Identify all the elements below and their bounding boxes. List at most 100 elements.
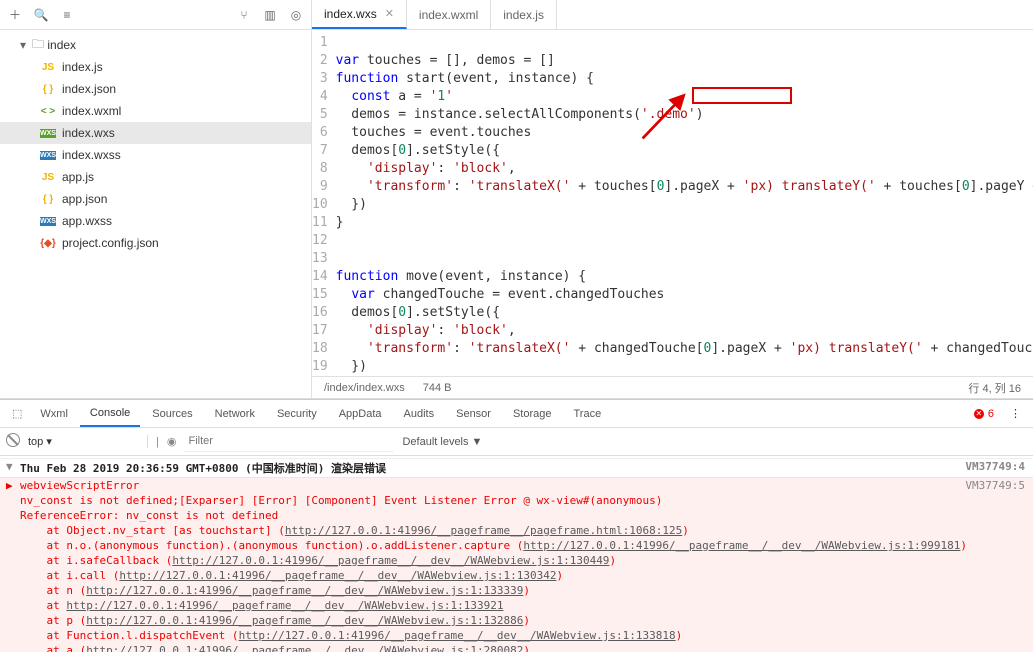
file-index.js[interactable]: JS index.js — [0, 56, 311, 78]
editor-tabs: index.wxs ✕ index.wxml index.js — [312, 0, 1033, 30]
stack-link[interactable]: http://127.0.0.1:41996/__pageframe__/__d… — [66, 599, 503, 612]
file-label: project.config.json — [62, 236, 159, 250]
file-icon: {◆} — [40, 238, 56, 249]
file-label: index.wxs — [62, 126, 115, 140]
stack-link[interactable]: http://127.0.0.1:41996/__pageframe__/__d… — [86, 584, 523, 597]
devtab-console[interactable]: Console — [80, 401, 140, 427]
file-icon: WXSS — [40, 151, 56, 160]
file-label: app.js — [62, 170, 94, 184]
error-count[interactable]: ✕6 — [974, 408, 1002, 420]
file-label: index.js — [62, 60, 103, 74]
file-icon: < > — [40, 106, 56, 117]
console-filter-bar: top ▾ | ◉ Default levels ▼ — [0, 428, 1033, 456]
clear-icon[interactable] — [6, 433, 20, 450]
console-line: ReferenceError: nv_const is not defined — [0, 508, 1033, 523]
file-tree: ▾ 🗀 index JS index.js { } index.json < > inde… — [0, 30, 311, 398]
file-index.json[interactable]: { } index.json — [0, 78, 311, 100]
devtab-appdata[interactable]: AppData — [329, 402, 392, 426]
console-line: at http://127.0.0.1:41996/__pageframe__/… — [0, 598, 1033, 613]
folder-label: index — [47, 38, 76, 52]
devtab-sources[interactable]: Sources — [142, 402, 202, 426]
file-app.js[interactable]: JS app.js — [0, 166, 311, 188]
search-icon[interactable]: 🔍 — [34, 8, 48, 22]
explorer-toolbar: ＋ 🔍 ≡ ⑂ ▥ ◎ — [0, 0, 311, 30]
tab-index.wxml[interactable]: index.wxml — [407, 0, 491, 29]
devtab-sensor[interactable]: Sensor — [446, 402, 501, 426]
file-project.config.json[interactable]: {◆} project.config.json — [0, 232, 311, 254]
devtab-network[interactable]: Network — [205, 402, 265, 426]
line-gutter: 1 2 3 4 5 6 7 8 9 10 11 12 13 14 15 16 1… — [312, 30, 336, 376]
file-index.wxml[interactable]: < > index.wxml — [0, 100, 311, 122]
tab-index.wxs[interactable]: index.wxs ✕ — [312, 0, 407, 29]
context-select[interactable]: top ▾ — [28, 435, 148, 448]
file-label: index.wxml — [62, 104, 121, 118]
tab-label: index.wxs — [324, 7, 377, 21]
file-icon: { } — [40, 84, 56, 95]
code-editor[interactable]: 1 2 3 4 5 6 7 8 9 10 11 12 13 14 15 16 1… — [312, 30, 1033, 376]
inspect-icon[interactable]: ⬚ — [6, 407, 28, 420]
compass-icon[interactable]: ◎ — [289, 8, 303, 22]
status-path: /index/index.wxs — [324, 382, 405, 394]
devtab-trace[interactable]: Trace — [564, 402, 612, 426]
filter-input[interactable] — [184, 432, 394, 452]
folder-icon: 🗀 — [32, 35, 44, 56]
stack-link[interactable]: http://127.0.0.1:41996/__pageframe__/__d… — [239, 629, 676, 642]
gear-icon[interactable]: ⋮ — [1004, 407, 1027, 420]
stack-link[interactable]: http://127.0.0.1:41996/__pageframe__/pag… — [285, 524, 682, 537]
file-index.wxs[interactable]: WXS index.wxs — [0, 122, 311, 144]
folder-index[interactable]: ▾ 🗀 index — [0, 34, 311, 56]
console-line: at i.call (http://127.0.0.1:41996/__page… — [0, 568, 1033, 583]
eye-icon[interactable]: ◉ — [167, 435, 177, 448]
plus-icon[interactable]: ＋ — [8, 8, 22, 22]
status-cursor: 行 4, 列 16 — [968, 380, 1021, 396]
stack-link[interactable]: http://127.0.0.1:41996/__pageframe__/__d… — [172, 554, 609, 567]
code-source[interactable]: var touches = [], demos = [] function st… — [336, 30, 1033, 376]
editor-pane: index.wxs ✕ index.wxml index.js 1 2 3 4 5 6… — [312, 0, 1033, 398]
devtab-wxml[interactable]: Wxml — [30, 402, 78, 426]
console-line: at n.o.(anonymous function).(anonymous f… — [0, 538, 1033, 553]
stack-link[interactable]: http://127.0.0.1:41996/__pageframe__/__d… — [119, 569, 556, 582]
devtab-storage[interactable]: Storage — [503, 402, 562, 426]
devtab-audits[interactable]: Audits — [394, 402, 445, 426]
file-explorer: ＋ 🔍 ≡ ⑂ ▥ ◎ ▾ 🗀 index JS index.js { } index… — [0, 0, 312, 398]
stack-link[interactable]: http://127.0.0.1:41996/__pageframe__/__d… — [523, 539, 960, 552]
file-app.json[interactable]: { } app.json — [0, 188, 311, 210]
status-size: 744 B — [423, 382, 452, 394]
console-line: at Function.l.dispatchEvent (http://127.… — [0, 628, 1033, 643]
tab-label: index.js — [503, 8, 544, 22]
devtab-security[interactable]: Security — [267, 402, 327, 426]
stack-link[interactable]: http://127.0.0.1:41996/__pageframe__/__d… — [86, 644, 523, 652]
branch-icon[interactable]: ⑂ — [237, 8, 251, 22]
devtools-tabs: ⬚ WxmlConsoleSourcesNetworkSecurityAppDa… — [0, 400, 1033, 428]
console-line: at i.safeCallback (http://127.0.0.1:4199… — [0, 553, 1033, 568]
console-output[interactable]: ▼Thu Feb 28 2019 20:36:59 GMT+0800 (中国标准… — [0, 456, 1033, 652]
console-line: at a (http://127.0.0.1:41996/__pageframe… — [0, 643, 1033, 652]
columns-icon[interactable]: ▥ — [263, 8, 277, 22]
log-levels[interactable]: Default levels ▼ — [402, 436, 482, 448]
close-icon[interactable]: ✕ — [385, 7, 394, 20]
devtools: ⬚ WxmlConsoleSourcesNetworkSecurityAppDa… — [0, 399, 1033, 652]
menu-icon[interactable]: ≡ — [60, 8, 74, 22]
tab-index.js[interactable]: index.js — [491, 0, 557, 29]
file-icon: JS — [40, 62, 56, 73]
file-icon: JS — [40, 172, 56, 183]
console-line: nv_const is not defined;[Exparser] [Erro… — [0, 493, 1033, 508]
file-index.wxss[interactable]: WXSS index.wxss — [0, 144, 311, 166]
console-line: at p (http://127.0.0.1:41996/__pageframe… — [0, 613, 1033, 628]
file-icon: { } — [40, 194, 56, 205]
stack-link[interactable]: http://127.0.0.1:41996/__pageframe__/__d… — [86, 614, 523, 627]
console-line: at n (http://127.0.0.1:41996/__pageframe… — [0, 583, 1033, 598]
status-bar: /index/index.wxs 744 B 行 4, 列 16 — [312, 376, 1033, 398]
file-label: app.json — [62, 192, 107, 206]
file-icon: WXSS — [40, 217, 56, 226]
file-label: index.wxss — [62, 148, 121, 162]
console-line: ▶webviewScriptErrorVM37749:5 — [0, 478, 1033, 493]
file-label: app.wxss — [62, 214, 112, 228]
console-line: ▼Thu Feb 28 2019 20:36:59 GMT+0800 (中国标准… — [0, 458, 1033, 478]
file-label: index.json — [62, 82, 116, 96]
file-icon: WXS — [40, 129, 56, 138]
chevron-down-icon: ▾ — [20, 38, 32, 52]
console-line: at Object.nv_start [as touchstart] (http… — [0, 523, 1033, 538]
tab-label: index.wxml — [419, 8, 478, 22]
file-app.wxss[interactable]: WXSS app.wxss — [0, 210, 311, 232]
